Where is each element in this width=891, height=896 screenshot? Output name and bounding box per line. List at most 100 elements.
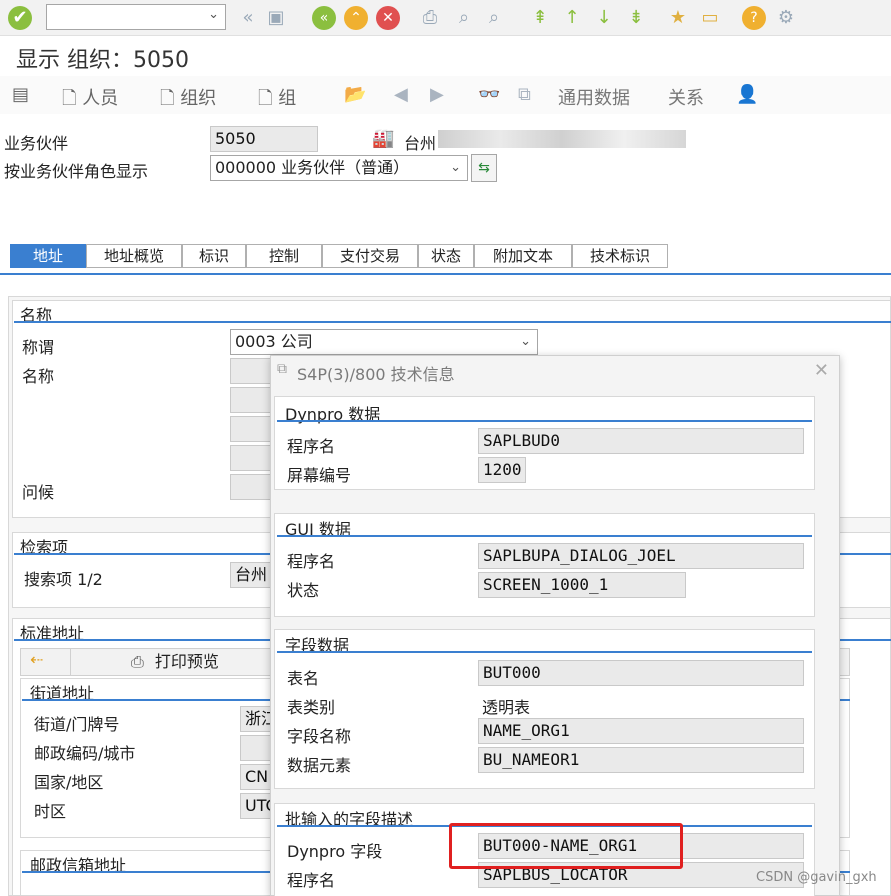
tab-label: 控制 [268, 247, 299, 265]
bp-label: 业务伙伴 [4, 134, 69, 153]
tab-address-overview[interactable]: 地址概览 [86, 244, 182, 268]
technical-info-dialog: ⧉ S4P(3)/800 技术信息 ✕ Dynpro 数据 程序名 SAPLBU… [270, 355, 840, 896]
group-button[interactable]: 🗋 组 [258, 84, 296, 116]
find-icon[interactable]: ⌕ [452, 6, 476, 30]
search-term-value: 台州 [235, 565, 268, 584]
dynpro-data-group: Dynpro 数据 程序名 SAPLBUD0 屏幕编号 1200 [274, 396, 815, 490]
person-button[interactable]: 🗋 人员 [62, 84, 118, 116]
shortcut-icon[interactable]: ▭ [698, 6, 722, 30]
postal-code-label: 邮政编码/城市 [34, 744, 136, 763]
tab-address[interactable]: 地址 [10, 244, 86, 268]
organization-label: 组织 [180, 88, 217, 109]
chevron-down-icon[interactable]: ⌄ [450, 156, 461, 180]
person-label: 人员 [82, 88, 119, 109]
dialog-icon: ⧉ [277, 361, 287, 377]
gui-program-field[interactable]: SAPLBUPA_DIALOG_JOEL [478, 543, 804, 569]
bp-name-text: 台州 [404, 134, 437, 153]
application-toolbar: ▤ 🗋 人员 🗋 组织 🗋 组 📂 ◀ ▶ 👓 ⧉ 通用数据 关系 👤 [0, 76, 891, 114]
last-page-icon[interactable]: ⇟ [624, 6, 648, 30]
create-session-icon[interactable]: ★ [666, 6, 690, 30]
name-field-2[interactable] [230, 387, 272, 413]
tab-label: 支付交易 [339, 247, 400, 265]
salutation-value: 0003 公司 [235, 332, 313, 351]
name-field-4[interactable] [230, 445, 272, 471]
name-field-1[interactable] [230, 358, 272, 384]
enter-icon[interactable]: ✔ [8, 6, 32, 30]
batch-program-label: 程序名 [287, 871, 336, 890]
timezone-field[interactable]: UTC [240, 793, 272, 819]
divider [277, 420, 812, 422]
group-label: 组 [278, 88, 297, 109]
search-term-field[interactable]: 台州 [230, 562, 272, 588]
general-data-icon[interactable]: ⧉ [518, 84, 531, 105]
back-double-icon[interactable]: « [236, 6, 260, 30]
tree-toggle-icon[interactable]: ▤ [12, 84, 29, 105]
greeting-field[interactable] [230, 474, 272, 500]
watermark: CSDN @gavin_gxh [756, 870, 877, 885]
role-switch-button[interactable]: ⇆ [471, 154, 497, 182]
search-term-label: 搜索项 1/2 [24, 570, 103, 589]
tab-label: 附加文本 [492, 247, 553, 265]
arrow-right-icon[interactable]: ▶ [430, 84, 444, 105]
organization-button[interactable]: 🗋 组织 [160, 84, 216, 116]
chevron-down-icon[interactable]: ⌄ [520, 330, 531, 354]
tab-technical-id[interactable]: 技术标识 [572, 244, 668, 268]
tab-label: 技术标识 [589, 247, 650, 265]
system-toolbar: ✔ ⌄ « ▣ « ⌃ ✕ ⎙ ⌕ ⌕ ⇞ ↑ ↓ ⇟ ★ ▭ ? ⚙ [0, 0, 891, 36]
role-select[interactable]: 000000 业务伙伴（普通） ⌄ [210, 155, 468, 181]
street-field[interactable]: 浙江 [240, 706, 272, 732]
status-field[interactable]: SCREEN_1000_1 [478, 572, 686, 598]
find-next-icon[interactable]: ⌕ [482, 6, 506, 30]
command-field[interactable]: ⌄ [46, 4, 226, 30]
save-icon[interactable]: ▣ [264, 6, 288, 30]
dialog-header: ⧉ S4P(3)/800 技术信息 ✕ [271, 356, 839, 386]
open-folder-icon[interactable]: 📂 [344, 84, 366, 105]
salutation-select[interactable]: 0003 公司 ⌄ [230, 329, 538, 355]
street-label: 街道/门牌号 [34, 715, 120, 734]
bp-number-field[interactable]: 5050 [210, 126, 318, 152]
table-name-field[interactable]: BUT000 [478, 660, 804, 686]
name-field-3[interactable] [230, 416, 272, 442]
print-icon[interactable]: ⎙ [418, 6, 442, 30]
tab-identification[interactable]: 标识 [182, 244, 246, 268]
postal-code-field[interactable] [240, 735, 272, 761]
chevron-down-icon[interactable]: ⌄ [208, 7, 219, 22]
country-field[interactable]: CN [240, 764, 272, 790]
general-data-button[interactable]: 通用数据 [558, 84, 630, 110]
program-label: 程序名 [287, 437, 336, 456]
country-value: CN [245, 767, 269, 786]
field-name-field[interactable]: NAME_ORG1 [478, 718, 804, 744]
print-preview-label: 打印预览 [154, 652, 219, 671]
help-icon[interactable]: ? [742, 6, 766, 30]
close-icon[interactable]: ✕ [814, 360, 829, 381]
field-data-group: 字段数据 表名 BUT000 表类别 透明表 字段名称 NAME_ORG1 数据… [274, 629, 815, 789]
highlight-box [449, 823, 683, 869]
prev-page-icon[interactable]: ↑ [560, 6, 584, 30]
first-page-icon[interactable]: ⇞ [528, 6, 552, 30]
exit-icon[interactable]: ⌃ [344, 6, 368, 30]
divider [277, 651, 812, 653]
print-preview-button[interactable]: ⎙ 打印预览 [70, 649, 270, 675]
table-name-label: 表名 [287, 669, 320, 688]
page-title: 显示 组织：5050 [16, 48, 189, 73]
tab-control[interactable]: 控制 [246, 244, 322, 268]
glasses-icon[interactable]: 👓 [478, 84, 500, 105]
screen-number-field[interactable]: 1200 [478, 457, 526, 483]
arrow-left-icon[interactable]: ◀ [394, 84, 408, 105]
user-icon[interactable]: 👤 [736, 84, 758, 105]
data-element-field[interactable]: BU_NAMEOR1 [478, 747, 804, 773]
tab-payment[interactable]: 支付交易 [322, 244, 418, 268]
next-page-icon[interactable]: ↓ [592, 6, 616, 30]
status-label: 状态 [287, 581, 320, 600]
greeting-label: 问候 [22, 483, 55, 502]
cancel-icon[interactable]: ✕ [376, 6, 400, 30]
gui-program-label: 程序名 [287, 552, 336, 571]
expand-icon[interactable]: ⇠ [30, 650, 43, 669]
tab-additional-text[interactable]: 附加文本 [474, 244, 572, 268]
program-field[interactable]: SAPLBUD0 [478, 428, 804, 454]
tab-status[interactable]: 状态 [418, 244, 474, 268]
settings-icon[interactable]: ⚙ [774, 6, 798, 30]
relations-button[interactable]: 关系 [668, 84, 704, 110]
tab-label: 状态 [430, 247, 461, 265]
green-back-icon[interactable]: « [312, 6, 336, 30]
